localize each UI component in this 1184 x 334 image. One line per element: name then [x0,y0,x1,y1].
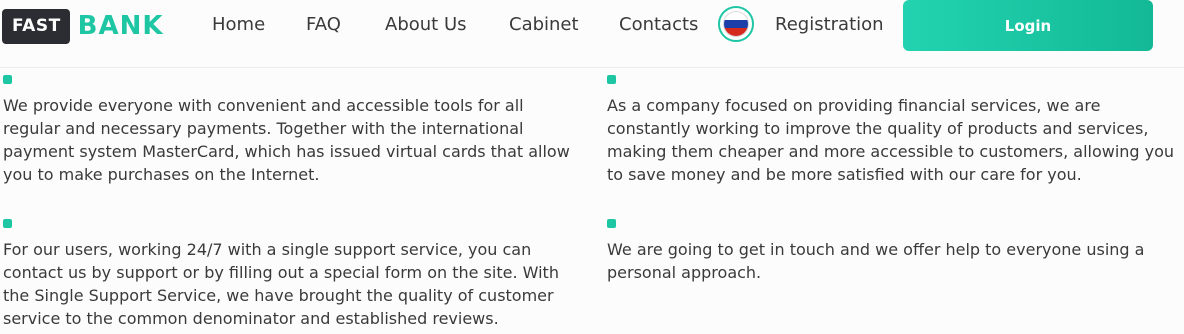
bullet-marker-icon [3,75,12,84]
fastbank-logo[interactable]: FAST BANK [2,9,164,44]
feature-text: For our users, working 24/7 with a singl… [3,240,559,328]
feature-item-personal: We are going to get in touch and we offe… [607,219,1184,284]
language-selector[interactable] [718,6,754,42]
logo-bank-text: BANK [77,11,164,41]
feature-text: We are going to get in touch and we offe… [607,240,1145,282]
bullet-marker-icon [607,219,616,228]
login-button[interactable]: Login [903,0,1153,51]
nav-home-link[interactable]: Home [212,13,265,37]
bullet-marker-icon [3,219,12,228]
bullet-marker-icon [607,75,616,84]
feature-text: As a company focused on providing financ… [607,96,1175,184]
feature-item-support: For our users, working 24/7 with a singl… [3,219,583,330]
page: FAST BANK Home FAQ About Us Cabinet Cont… [0,0,1184,334]
nav-contacts-link[interactable]: Contacts [619,13,698,37]
feature-item-quality: As a company focused on providing financ… [607,75,1184,186]
site-header: FAST BANK Home FAQ About Us Cabinet Cont… [0,0,1184,68]
logo-fast-text: FAST [2,9,70,44]
nav-cabinet-link[interactable]: Cabinet [509,13,579,37]
feature-text: We provide everyone with convenient and … [3,96,570,184]
nav-about-link[interactable]: About Us [385,13,467,37]
nav-faq-link[interactable]: FAQ [306,13,341,37]
russia-flag-icon [724,12,748,36]
feature-item-payments: We provide everyone with convenient and … [3,75,583,186]
nav-registration-link[interactable]: Registration [775,13,884,37]
